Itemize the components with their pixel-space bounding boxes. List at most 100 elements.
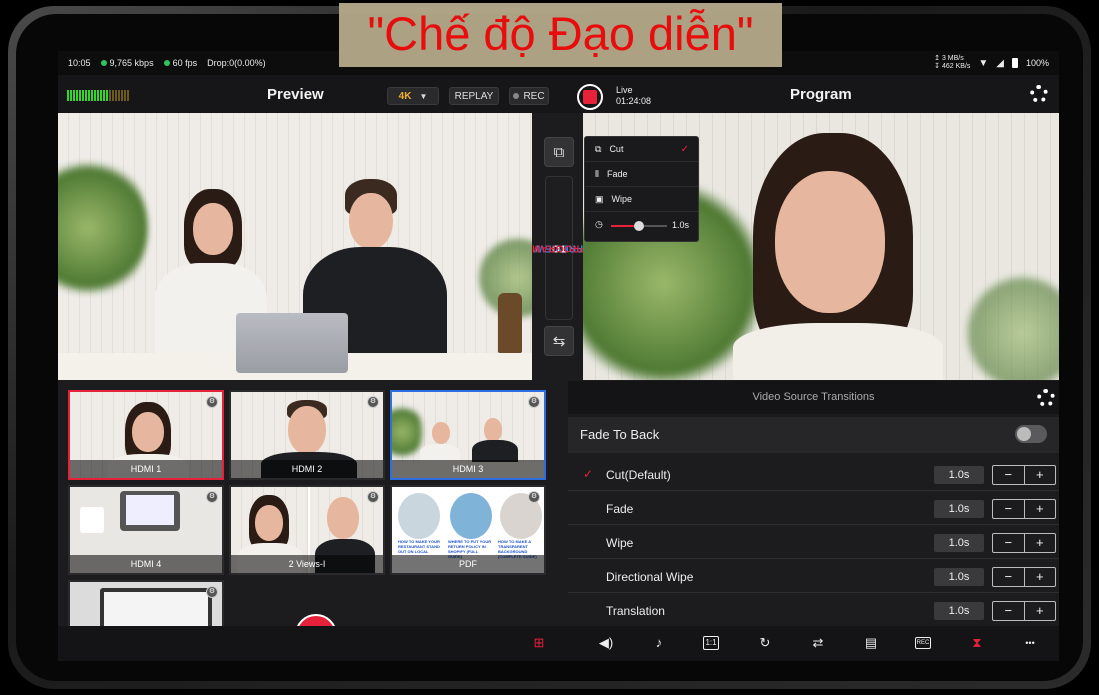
tile-label: HDMI 2 xyxy=(231,460,383,478)
transition-name: Cut(Default) xyxy=(606,468,671,482)
swap-button[interactable]: ⇆ xyxy=(544,326,574,356)
tile-settings-icon[interactable]: ⚙ xyxy=(528,491,540,503)
decrease-button[interactable]: − xyxy=(993,534,1025,552)
tile-settings-icon[interactable]: ⚙ xyxy=(206,586,218,598)
transition-duration: 1.0s xyxy=(934,534,984,552)
increase-button[interactable]: + xyxy=(1025,466,1056,484)
transition-name: Directional Wipe xyxy=(606,570,694,584)
increase-button[interactable]: + xyxy=(1025,534,1056,552)
transition-row-fade[interactable]: Fade 1.0s − + xyxy=(568,492,1059,525)
menu-item-label: Cut xyxy=(609,144,624,154)
transition-mode-button[interactable]: ⧉ xyxy=(544,137,574,167)
tablet-screen-area: 10:05 9,765 kbps 60 fps Drop:0(0.00%) ↥ … xyxy=(16,14,1083,681)
tile-settings-icon[interactable]: ⚙ xyxy=(206,396,218,408)
replay-button[interactable]: REPLAY xyxy=(449,87,499,105)
transition-menu: ⧉ Cut ✓ ⦀ Fade ▣ Wipe ◷ 1.0s xyxy=(584,136,699,242)
audio-icon[interactable]: ◀) xyxy=(597,634,615,652)
slider-knob[interactable] xyxy=(634,221,644,231)
fade-to-back-toggle[interactable] xyxy=(1015,425,1047,443)
tile-settings-icon[interactable]: ⚙ xyxy=(528,396,540,408)
menu-item-label: Fade xyxy=(606,169,628,179)
app-screen: 10:05 9,765 kbps 60 fps Drop:0(0.00%) ↥ … xyxy=(58,51,1059,661)
resolution-value: 4K xyxy=(398,90,412,102)
menu-item-fade[interactable]: ⦀ Fade xyxy=(585,162,698,187)
rec-label: REC xyxy=(523,90,545,102)
music-icon[interactable]: ♪ xyxy=(650,634,668,652)
panel-title: Video Source Transitions xyxy=(568,381,1059,414)
source-tile-hdmi4[interactable]: ⚙ HDMI 4 xyxy=(68,485,224,575)
switch-camera-icon[interactable]: ⇄ xyxy=(809,634,827,652)
bitrate-dot-icon xyxy=(100,60,107,66)
timer-icon[interactable]: ⧗ xyxy=(968,634,986,652)
transition-row-translation[interactable]: Translation 1.0s − + xyxy=(568,594,1059,627)
battery-level: 100% xyxy=(1025,58,1049,68)
increase-button[interactable]: + xyxy=(1025,568,1056,586)
replay-icon[interactable]: ↻ xyxy=(756,634,774,652)
live-timer: 01:24:08 xyxy=(616,96,652,106)
fps-value: 60 fps xyxy=(172,58,198,68)
comment-icon[interactable]: ▤ xyxy=(862,634,880,652)
preview-to-program-button[interactable]: PREVIEW TO PROGRAM xyxy=(532,176,586,320)
duration-stepper: − + xyxy=(992,601,1056,621)
swap-arrows-icon: ⇆ xyxy=(552,333,566,350)
increase-button[interactable]: + xyxy=(1025,602,1056,620)
source-tile-hdmi3[interactable]: ⚙ HDMI 3 xyxy=(390,390,546,480)
rec-icon[interactable]: REC xyxy=(915,637,931,649)
aspect-icon[interactable]: 1:1 xyxy=(703,636,719,650)
transition-row-cut[interactable]: ✓ Cut(Default) 1.0s − + xyxy=(568,458,1059,491)
preview-video[interactable] xyxy=(58,113,532,380)
menu-item-wipe[interactable]: ▣ Wipe xyxy=(585,187,698,212)
live-status: Live 01:24:08 xyxy=(616,85,651,107)
source-tile-2views[interactable]: ⚙ 2 Views-I xyxy=(229,485,385,575)
menu-item-cut[interactable]: ⧉ Cut ✓ xyxy=(585,137,698,162)
fade-to-back-row: Fade To Back xyxy=(568,417,1059,453)
bitrate-value: 9,765 kbps xyxy=(109,58,154,68)
clock: 10:05 xyxy=(68,58,91,68)
decrease-button[interactable]: − xyxy=(993,500,1025,518)
decrease-button[interactable]: − xyxy=(993,602,1025,620)
tile-settings-icon[interactable]: ⚙ xyxy=(367,491,379,503)
decrease-button[interactable]: − xyxy=(993,568,1025,586)
rec-button[interactable]: REC xyxy=(509,87,549,105)
transitions-panel: Video Source Transitions Fade To Back ✓ … xyxy=(568,381,1059,626)
status-right: ↥ 3 MB/s ↧ 462 KB/s ▼ ◢ 100% xyxy=(934,51,1049,75)
fps-indicator: 60 fps xyxy=(163,58,198,68)
transition-duration: 1.0s xyxy=(934,466,984,484)
source-tile-hdmi1[interactable]: ⚙ HDMI 1 xyxy=(68,390,224,480)
tile-settings-icon[interactable]: ⚙ xyxy=(367,396,379,408)
tile-label: 2 Views-I xyxy=(231,555,383,573)
duration-stepper: − + xyxy=(992,567,1056,587)
more-icon[interactable]: ••• xyxy=(1021,634,1039,652)
network-speed: ↥ 3 MB/s ↧ 462 KB/s xyxy=(934,55,970,71)
source-tile-screen[interactable]: ⚙ xyxy=(68,580,224,628)
source-tile-hdmi2[interactable]: ⚙ HDMI 2 xyxy=(229,390,385,480)
increase-button[interactable]: + xyxy=(1025,500,1056,518)
decrease-button[interactable]: − xyxy=(993,466,1025,484)
settings-gear-icon[interactable] xyxy=(1030,85,1048,103)
top-header: Preview 4K ▼ REPLAY REC Live 01:24:08 Pro… xyxy=(58,75,1059,113)
program-title: Program xyxy=(790,86,852,103)
live-label: Live xyxy=(616,85,633,95)
tile-settings-icon[interactable]: ⚙ xyxy=(206,491,218,503)
source-tile-pdf[interactable]: HOW TO MAKE YOUR RESTAURANT STAND OUT ON… xyxy=(390,485,546,575)
download-speed: ↧ 462 KB/s xyxy=(934,63,971,70)
duration-slider[interactable] xyxy=(611,221,667,231)
transition-row-wipe[interactable]: Wipe 1.0s − + xyxy=(568,526,1059,559)
panel-settings-gear-icon[interactable] xyxy=(1037,389,1055,407)
menu-item-label: Wipe xyxy=(611,194,633,204)
drop-indicator: Drop:0(0.00%) xyxy=(207,58,266,68)
checkmark-icon: ✓ xyxy=(583,467,594,481)
tile-label: HDMI 3 xyxy=(392,460,544,478)
resolution-select[interactable]: 4K ▼ xyxy=(387,87,439,105)
chevron-down-icon: ▼ xyxy=(419,91,428,101)
tablet-frame: 10:05 9,765 kbps 60 fps Drop:0(0.00%) ↥ … xyxy=(8,6,1091,689)
layout-icon[interactable]: ⊞ xyxy=(530,634,548,652)
transition-duration: 1.0s xyxy=(934,602,984,620)
transition-name: Wipe xyxy=(606,536,634,550)
upload-speed: ↥ 3 MB/s xyxy=(934,55,964,62)
duration-value: 1.0s xyxy=(671,219,689,230)
transition-row-directional-wipe[interactable]: Directional Wipe 1.0s − + xyxy=(568,560,1059,593)
tile-label: HDMI 1 xyxy=(70,460,222,478)
transition-duration: 1.0s xyxy=(934,500,984,518)
stop-live-button[interactable] xyxy=(577,84,603,110)
